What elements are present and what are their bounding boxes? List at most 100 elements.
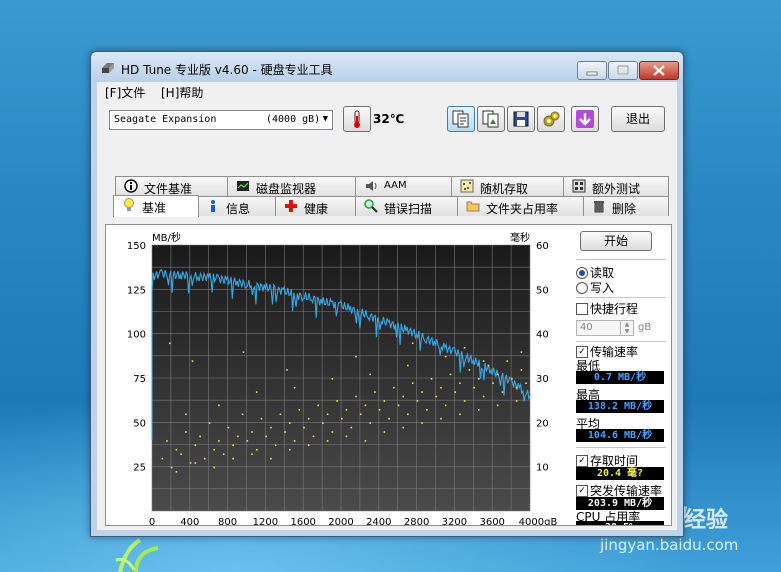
tab-label: 文件夹占用率 <box>486 202 559 216</box>
access-time-checkbox[interactable]: ✓ <box>576 455 588 467</box>
tab-extra-tests[interactable]: 额外测试 <box>563 176 669 196</box>
access-time-point <box>180 453 182 455</box>
short-stroke-input[interactable]: 40 ▲ ▼ <box>576 320 634 336</box>
access-time-point <box>189 462 192 464</box>
tab-disk-monitor[interactable]: 磁盘监视器 <box>227 176 357 196</box>
tab-file-benchmark[interactable]: 文件基准 <box>115 176 229 196</box>
access-time-point <box>468 369 471 371</box>
x-tick-label: 2800 <box>404 517 429 525</box>
copy-image-button[interactable] <box>477 106 505 132</box>
access-time-point <box>161 457 164 460</box>
access-time-point <box>251 453 253 455</box>
exit-button[interactable]: 退出 <box>611 106 665 132</box>
spinner-arrows-icon[interactable]: ▲ ▼ <box>620 321 633 335</box>
temperature-button[interactable] <box>343 106 371 132</box>
temperature-readout: 32℃ <box>373 112 405 126</box>
burst-rate-checkbox[interactable]: ✓ <box>576 485 588 497</box>
divider <box>576 297 666 298</box>
access-time-point <box>402 426 404 429</box>
access-time-point <box>482 395 485 398</box>
y-left-tick-label: 150 <box>127 241 146 252</box>
tab-random-access[interactable]: 随机存取 <box>451 176 565 196</box>
write-radio[interactable] <box>576 282 588 294</box>
access-time-point <box>213 466 215 469</box>
access-time-point <box>430 378 433 380</box>
watermark-jingyan: 经验 <box>684 508 729 533</box>
tab-error-scan[interactable]: 错误扫描 <box>355 196 459 216</box>
y-right-tick-label: 50 <box>536 285 549 296</box>
access-time-point <box>175 471 178 473</box>
x-tick-label: 1200 <box>253 517 278 525</box>
thermometer-icon <box>354 110 360 128</box>
access-time-point <box>251 431 253 433</box>
access-time-point <box>473 386 475 389</box>
access-time-point <box>459 382 461 384</box>
access-time-point <box>478 409 480 411</box>
access-time-point <box>260 417 263 420</box>
access-time-point <box>388 417 390 420</box>
access-time-point <box>482 360 485 362</box>
start-button[interactable]: 开始 <box>580 231 652 251</box>
tab-label: 磁盘监视器 <box>256 182 317 196</box>
avg-value: 104.6 MB/秒 <box>576 429 664 442</box>
tab-label: 随机存取 <box>480 182 529 196</box>
access-time-point <box>449 373 452 376</box>
y-right-tick-label: 60 <box>536 241 549 252</box>
access-time-point <box>270 457 272 460</box>
tab-erase[interactable]: 删除 <box>583 196 669 216</box>
title-bar[interactable]: HD Tune 专业版 v4.60 - 硬盘专业工具 <box>91 52 683 82</box>
tab-info[interactable]: 信息 <box>197 196 277 216</box>
access-time-point <box>293 386 296 389</box>
settings-button[interactable] <box>537 106 565 132</box>
copy-text-button[interactable] <box>447 106 475 132</box>
access-time-point <box>454 391 456 393</box>
max-value: 138.2 MB/秒 <box>576 400 664 413</box>
tab-aam[interactable]: AAM <box>355 176 453 196</box>
access-time-point <box>369 373 371 376</box>
minimize-button[interactable] <box>577 61 607 80</box>
access-time-point <box>520 351 523 353</box>
save-button[interactable] <box>507 106 535 132</box>
x-tick-label: 2000 <box>328 517 353 525</box>
tab-folder-usage[interactable]: 文件夹占用率 <box>457 196 585 216</box>
magnifier-icon <box>364 199 378 213</box>
tab-health[interactable]: 健康 <box>275 196 357 216</box>
tab-label: 额外测试 <box>592 182 641 196</box>
download-icon <box>576 110 594 128</box>
tab-benchmark[interactable]: 基准 <box>113 195 199 217</box>
access-time-point <box>515 400 518 402</box>
speaker-icon <box>366 181 377 191</box>
access-time-point <box>194 444 197 447</box>
tab-label: 删除 <box>612 202 637 216</box>
menu-bar: [F]文件 [H]帮助 <box>97 82 677 100</box>
access-time-point <box>326 440 329 442</box>
cpu-usage-value: 20.5% <box>576 521 664 525</box>
access-time-point <box>307 417 310 420</box>
access-time-point <box>213 448 215 451</box>
access-time-point <box>496 373 499 376</box>
window-client-area: [F]文件 [H]帮助 Seagate Expansion (4000 gB) … <box>97 82 677 530</box>
maximize-button[interactable] <box>608 61 638 80</box>
access-time-point <box>336 400 338 402</box>
access-time-point <box>322 422 324 424</box>
access-time-point <box>312 435 315 438</box>
access-time-point <box>383 431 386 433</box>
read-radio[interactable] <box>576 267 588 279</box>
drive-select[interactable]: Seagate Expansion (4000 gB) ▼ <box>109 110 333 130</box>
access-time-point <box>459 413 461 416</box>
download-button[interactable] <box>571 106 599 132</box>
short-stroke-checkbox[interactable] <box>576 303 588 315</box>
access-time-point <box>222 453 225 455</box>
menu-file[interactable]: [F]文件 <box>105 84 145 101</box>
short-stroke-unit: gB <box>638 322 652 333</box>
access-time-point <box>218 404 220 407</box>
access-time-point <box>218 440 220 442</box>
access-time-point <box>191 360 194 362</box>
info-icon <box>124 179 138 193</box>
close-button[interactable] <box>639 61 679 80</box>
access-time-point <box>331 431 334 433</box>
y-left-tick-label: 25 <box>133 463 146 474</box>
menu-help[interactable]: [H]帮助 <box>161 84 203 101</box>
hdtune-window: HD Tune 专业版 v4.60 - 硬盘专业工具 [F]文件 [H]帮助 S… <box>90 51 684 537</box>
health-cross-icon <box>285 200 297 212</box>
